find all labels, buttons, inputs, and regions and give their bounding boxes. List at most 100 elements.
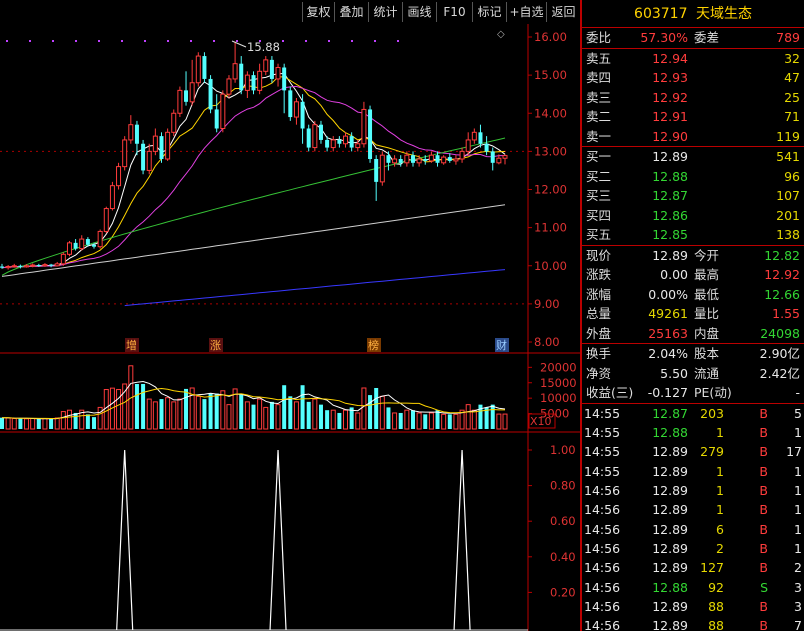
finance-label-2: PE(动) bbox=[694, 385, 732, 400]
sell-level-row: 卖一 12.90 119 bbox=[582, 127, 804, 147]
indicator-axis-label: 0.80 bbox=[550, 479, 576, 493]
event-dot bbox=[328, 40, 330, 42]
candle-body-down bbox=[92, 244, 97, 247]
volume-bar-up bbox=[30, 418, 36, 430]
volume-bar-down bbox=[49, 418, 54, 429]
volume-bar-down bbox=[184, 388, 189, 429]
candle-body-up bbox=[312, 124, 318, 149]
volume-bar-down bbox=[0, 417, 4, 429]
volume-bar-down bbox=[85, 414, 90, 429]
quote-row: 涨跌 0.00 最高 12.92 bbox=[582, 265, 804, 285]
candle-body-up bbox=[355, 143, 361, 149]
tick-price: 12.89 bbox=[652, 540, 688, 556]
candle-body-up bbox=[24, 265, 30, 268]
event-dot bbox=[6, 40, 8, 42]
quote-label-2: 最低 bbox=[694, 286, 720, 302]
tick-price: 12.89 bbox=[652, 521, 688, 537]
price-axis-label: 10.00 bbox=[534, 259, 567, 273]
tick-side: B bbox=[759, 463, 768, 479]
tick-price: 12.89 bbox=[652, 598, 688, 614]
tick-volume: 127 bbox=[700, 560, 724, 576]
candle-body-down bbox=[478, 132, 483, 144]
finance-row: 净资 5.50 流通 2.42亿 bbox=[582, 364, 804, 384]
tick-row: 14:55 12.89 279 B 17 bbox=[582, 442, 804, 461]
volume-bar-down bbox=[447, 414, 452, 429]
volume-bar-up bbox=[361, 387, 367, 430]
tick-price: 12.89 bbox=[652, 482, 688, 498]
buy-level-volume: 541 bbox=[776, 149, 800, 164]
quote-label: 涨跌 bbox=[586, 267, 612, 282]
tick-price: 12.89 bbox=[652, 502, 688, 518]
volume-bar-down bbox=[490, 404, 495, 429]
volume-bar-up bbox=[428, 412, 434, 430]
volume-bar-down bbox=[318, 404, 323, 429]
finance-label-2: 流通 bbox=[694, 365, 720, 381]
volume-unit-label: X10 bbox=[530, 415, 552, 428]
toolbar-tongji-button[interactable]: 统计 bbox=[368, 2, 402, 22]
toolbar-biaoji-button[interactable]: 标记 bbox=[472, 2, 506, 22]
buy-level-volume: 138 bbox=[776, 227, 800, 242]
weibi-row: 委比 57.30% 委差 789 bbox=[582, 28, 804, 48]
finance-value: 2.04% bbox=[648, 346, 688, 361]
candle-body-up bbox=[30, 264, 36, 267]
volume-bar-up bbox=[416, 412, 422, 430]
buy-level-label: 买一 bbox=[586, 149, 612, 164]
weibi-value: 57.30% bbox=[640, 30, 688, 45]
volume-bar-down bbox=[386, 407, 391, 429]
buy-level-row: 买四 12.86 201 bbox=[582, 206, 804, 226]
buy-level-row: 买一 12.89 541 bbox=[582, 147, 804, 167]
volume-bar-down bbox=[306, 401, 311, 429]
tick-time: 14:55 bbox=[584, 444, 621, 460]
tick-row: 14:55 12.87 203 B 5 bbox=[582, 404, 804, 423]
volume-bar-down bbox=[214, 393, 219, 429]
candle-body-up bbox=[496, 157, 502, 164]
candle-body-down bbox=[239, 63, 244, 91]
volume-bar-up bbox=[54, 417, 60, 430]
weibi-label: 委比 bbox=[586, 30, 612, 45]
buy-level-label: 买三 bbox=[586, 188, 612, 203]
toolbar-diejia-button[interactable]: 叠加 bbox=[334, 2, 368, 22]
toolbar-huaxian-button[interactable]: 画线 bbox=[402, 2, 436, 22]
finance-row: 收益(三) -0.127 PE(动) - bbox=[582, 383, 804, 403]
volume-bar-down bbox=[435, 410, 440, 429]
tick-time: 14:56 bbox=[584, 502, 621, 518]
toolbar-fuquan-button[interactable]: 复权 bbox=[302, 2, 334, 22]
toolbar-fanhui-button[interactable]: 返回 bbox=[546, 2, 580, 22]
kline-chart-area[interactable]: 16.00 15.00 14.00 13.00 12.00 11.00 10.00 9.00 8… bbox=[0, 24, 580, 631]
volume-bar-up bbox=[152, 401, 158, 430]
candle-body-down bbox=[368, 109, 373, 159]
candle-body-down bbox=[386, 155, 391, 163]
ma120-line bbox=[1, 204, 506, 277]
ma5-line bbox=[1, 73, 506, 269]
event-marker-label: 增 bbox=[126, 338, 137, 352]
candle-body-up bbox=[471, 131, 477, 141]
buy-level-label: 买二 bbox=[586, 168, 612, 184]
candle-body-up bbox=[152, 135, 158, 152]
tick-side: B bbox=[759, 560, 768, 576]
indicator-axis-label: 0.20 bbox=[550, 585, 576, 599]
quote-row: 涨幅 0.00% 最低 12.66 bbox=[582, 285, 804, 305]
volume-bar-up bbox=[496, 413, 502, 430]
candle-body-up bbox=[441, 156, 447, 164]
volume-bar-down bbox=[410, 410, 415, 429]
toolbar-f10-button[interactable]: F10 bbox=[436, 2, 472, 22]
candle-body-up bbox=[465, 139, 471, 152]
toolbar-zixuan-button[interactable]: +自选 bbox=[506, 2, 546, 22]
price-axis-label: 9.00 bbox=[534, 297, 560, 311]
tick-volume: 203 bbox=[700, 405, 724, 421]
candle-body-down bbox=[337, 139, 342, 144]
candle-body-up bbox=[244, 74, 250, 91]
price-axis-label: 12.00 bbox=[534, 183, 567, 197]
buy-level-row: 买二 12.88 96 bbox=[582, 167, 804, 187]
volume-bar-up bbox=[312, 398, 318, 430]
volume-bar-down bbox=[374, 387, 379, 429]
tick-count: 1 bbox=[794, 521, 802, 537]
candle-body-up bbox=[42, 264, 48, 267]
sell-level-price: 12.90 bbox=[652, 128, 688, 144]
tick-count: 3 bbox=[794, 598, 802, 614]
candle-body-down bbox=[306, 128, 311, 148]
tick-time: 14:55 bbox=[584, 405, 621, 421]
tick-list[interactable]: 14:55 12.87 203 B 5 14:55 12.88 1 B 1 14:55 12.89 27… bbox=[582, 402, 804, 631]
indicator-axis-label: 0.60 bbox=[550, 514, 576, 528]
tick-volume: 279 bbox=[700, 444, 724, 460]
